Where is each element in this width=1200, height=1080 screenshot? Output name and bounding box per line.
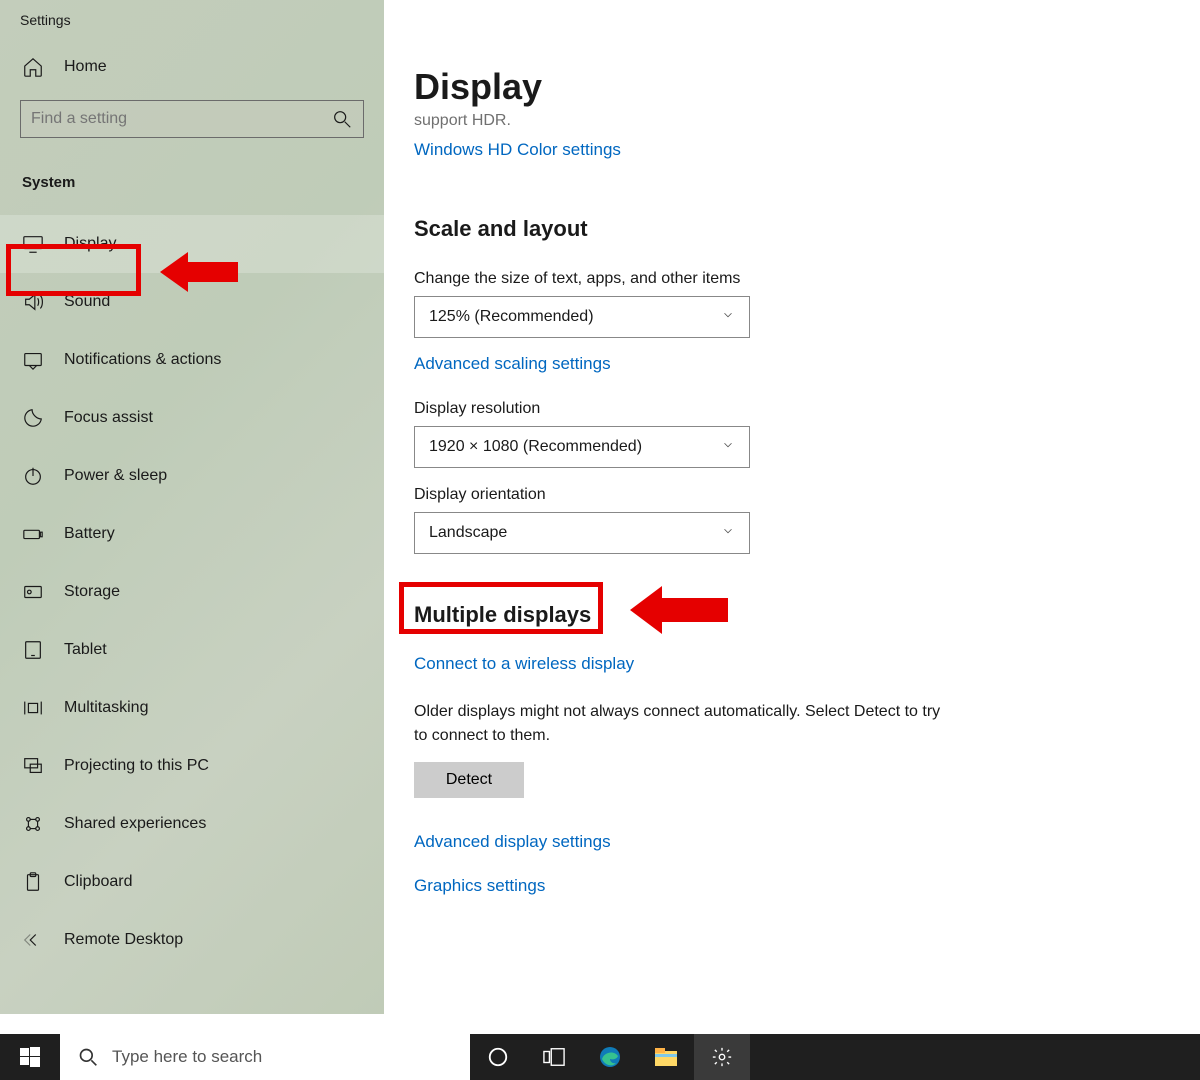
sidebar-item-storage[interactable]: Storage: [0, 563, 384, 621]
sound-icon: [22, 291, 44, 313]
task-view-icon[interactable]: [526, 1034, 582, 1080]
window-title: Settings: [0, 0, 384, 28]
sidebar-item-display[interactable]: Display: [0, 215, 384, 273]
multitask-icon: [22, 697, 44, 719]
remote-icon: [22, 929, 44, 951]
sidebar-item-tablet[interactable]: Tablet: [0, 621, 384, 679]
sidebar-item-sound[interactable]: Sound: [0, 273, 384, 331]
sidebar-item-battery[interactable]: Battery: [0, 505, 384, 563]
detect-button[interactable]: Detect: [414, 762, 524, 798]
advanced-display-link[interactable]: Advanced display settings: [414, 832, 1200, 852]
search-box[interactable]: [20, 100, 364, 138]
search-icon: [331, 108, 353, 130]
chevron-down-icon: [721, 308, 735, 327]
display-icon: [22, 233, 44, 255]
cortana-icon[interactable]: [470, 1034, 526, 1080]
sidebar-item-shared[interactable]: Shared experiences: [0, 795, 384, 853]
sidebar-item-notifications[interactable]: Notifications & actions: [0, 331, 384, 389]
orientation-label: Display orientation: [414, 486, 1200, 504]
sidebar-item-label: Remote Desktop: [64, 931, 183, 949]
shared-icon: [22, 813, 44, 835]
sidebar-item-label: Shared experiences: [64, 815, 206, 833]
sidebar-item-focus[interactable]: Focus assist: [0, 389, 384, 447]
scale-dropdown[interactable]: 125% (Recommended): [414, 296, 750, 338]
chevron-down-icon: [721, 438, 735, 457]
edge-icon[interactable]: [582, 1034, 638, 1080]
scale-heading: Scale and layout: [414, 216, 1200, 242]
battery-icon: [22, 523, 44, 545]
home-icon: [22, 56, 44, 78]
sidebar-item-label: Notifications & actions: [64, 351, 221, 369]
resolution-dropdown[interactable]: 1920 × 1080 (Recommended): [414, 426, 750, 468]
sidebar-item-project[interactable]: Projecting to this PC: [0, 737, 384, 795]
wireless-display-link[interactable]: Connect to a wireless display: [414, 654, 634, 674]
search-input[interactable]: [31, 110, 331, 128]
sidebar-item-label: Focus assist: [64, 409, 153, 427]
power-icon: [22, 465, 44, 487]
page-title: Display: [414, 0, 1200, 108]
advanced-scaling-link[interactable]: Advanced scaling settings: [414, 354, 611, 374]
scale-label: Change the size of text, apps, and other…: [414, 270, 1200, 288]
notifications-icon: [22, 349, 44, 371]
detect-info: Older displays might not always connect …: [414, 700, 954, 748]
sidebar-item-label: Sound: [64, 293, 110, 311]
hdr-color-link[interactable]: Windows HD Color settings: [414, 140, 621, 160]
scale-value: 125% (Recommended): [429, 308, 594, 326]
sidebar-item-label: Display: [64, 235, 116, 253]
home-label: Home: [64, 58, 107, 76]
orientation-value: Landscape: [429, 524, 507, 542]
clipboard-icon: [22, 871, 44, 893]
sidebar-item-label: Tablet: [64, 641, 107, 659]
graphics-settings-link[interactable]: Graphics settings: [414, 876, 1200, 896]
file-explorer-icon[interactable]: [638, 1034, 694, 1080]
taskbar-search[interactable]: Type here to search: [60, 1034, 470, 1080]
project-icon: [22, 755, 44, 777]
focus-icon: [22, 407, 44, 429]
storage-icon: [22, 581, 44, 603]
taskbar: Type here to search: [0, 1034, 1200, 1080]
multiple-displays-heading: Multiple displays: [414, 602, 1200, 628]
taskbar-search-placeholder: Type here to search: [112, 1047, 262, 1067]
sidebar-item-label: Multitasking: [64, 699, 148, 717]
sidebar-item-multitask[interactable]: Multitasking: [0, 679, 384, 737]
hdr-truncated-text: support HDR.: [414, 112, 1200, 130]
sidebar-item-remote[interactable]: Remote Desktop: [0, 911, 384, 969]
sidebar-item-label: Battery: [64, 525, 115, 543]
tablet-icon: [22, 639, 44, 661]
sidebar-item-label: Clipboard: [64, 873, 132, 891]
orientation-dropdown[interactable]: Landscape: [414, 512, 750, 554]
sidebar-item-power[interactable]: Power & sleep: [0, 447, 384, 505]
resolution-value: 1920 × 1080 (Recommended): [429, 438, 642, 456]
sidebar-item-label: Power & sleep: [64, 467, 167, 485]
sidebar-item-label: Projecting to this PC: [64, 757, 209, 775]
section-label: System: [0, 138, 384, 191]
chevron-down-icon: [721, 524, 735, 543]
sidebar-item-clipboard[interactable]: Clipboard: [0, 853, 384, 911]
sidebar-home[interactable]: Home: [0, 28, 384, 78]
settings-icon[interactable]: [694, 1034, 750, 1080]
sidebar-item-label: Storage: [64, 583, 120, 601]
resolution-label: Display resolution: [414, 400, 1200, 418]
start-button[interactable]: [0, 1034, 60, 1080]
